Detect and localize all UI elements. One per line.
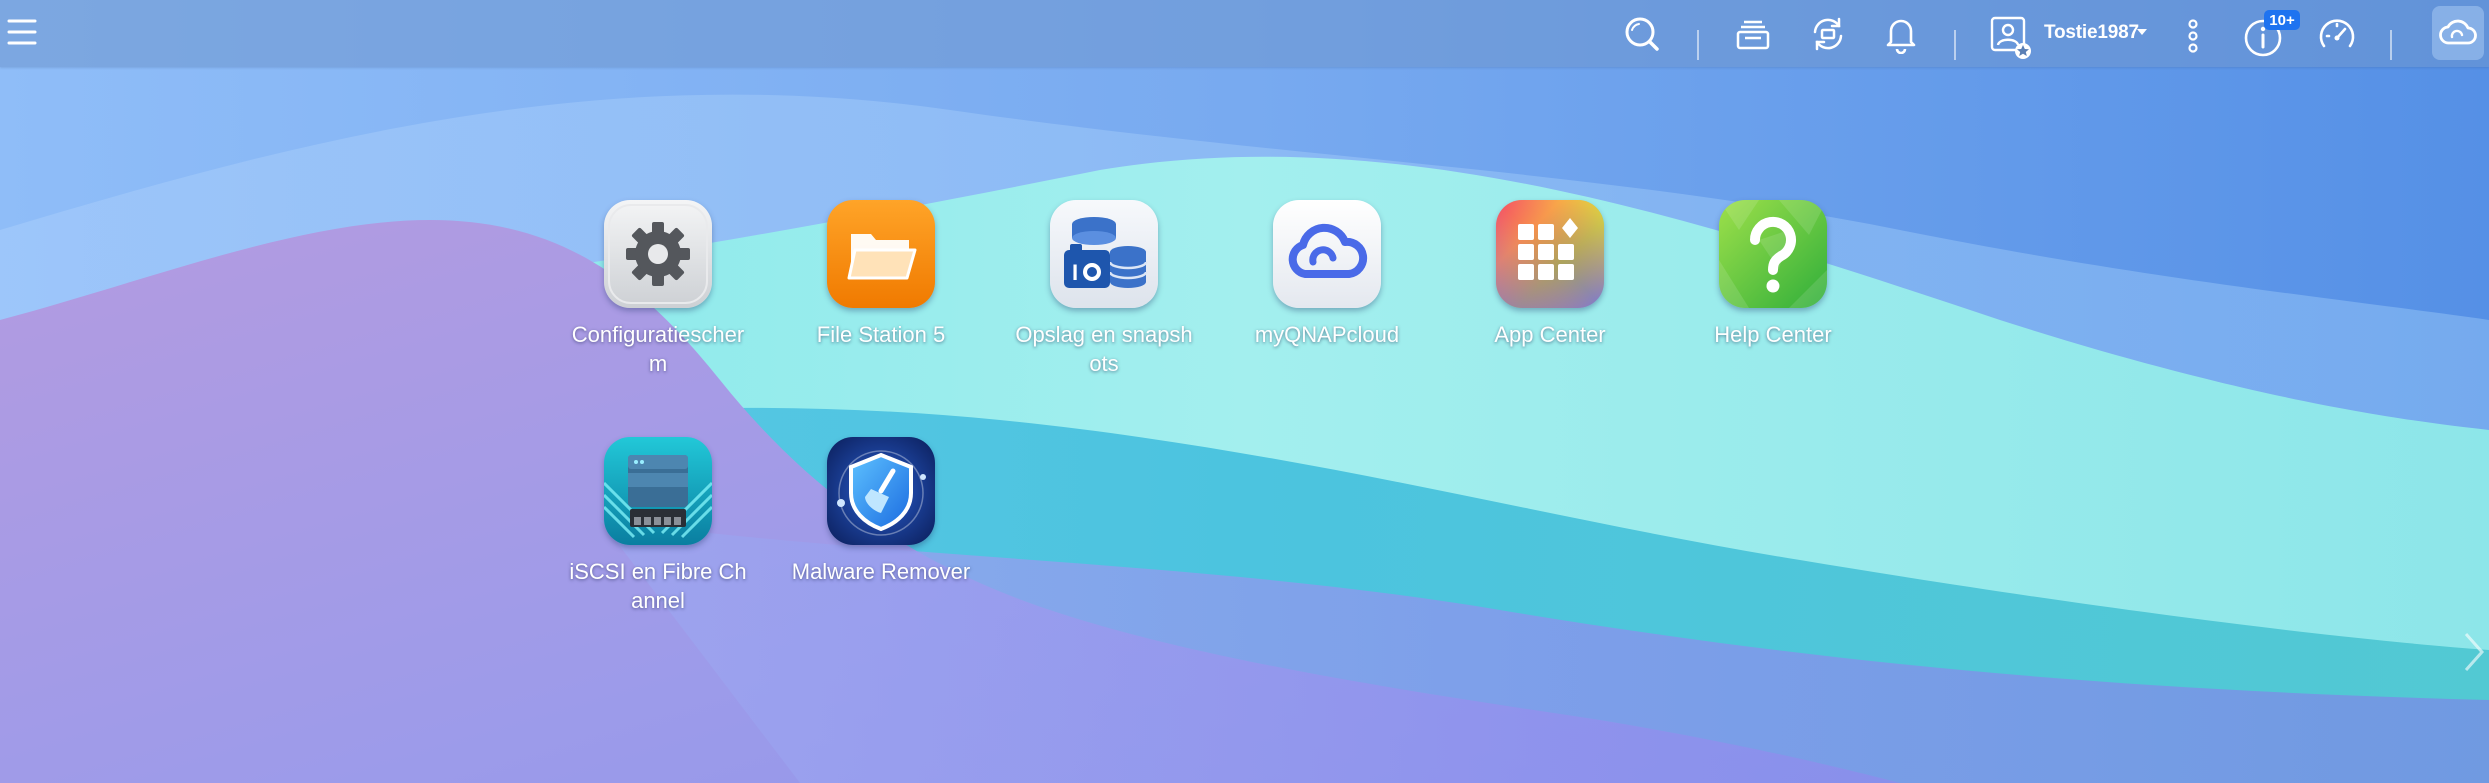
app-label: myQNAPcloud bbox=[1254, 322, 1400, 347]
folder-icon bbox=[827, 200, 935, 308]
myqnapcloud-icon[interactable] bbox=[2432, 6, 2484, 60]
separator bbox=[1697, 30, 1699, 60]
notification-badge: 10+ bbox=[2264, 10, 2300, 30]
separator bbox=[1954, 30, 1956, 60]
storage-snapshots-icon: I bbox=[1050, 200, 1158, 308]
task-stack-icon[interactable] bbox=[1732, 14, 1774, 56]
app-label: File Station 5 bbox=[816, 322, 946, 347]
bell-icon[interactable] bbox=[1880, 12, 1922, 56]
app-opslag-snapshots[interactable]: I Opslag en snapshots bbox=[1004, 200, 1204, 378]
hamburger-menu-icon[interactable] bbox=[2, 12, 42, 52]
svg-text:I: I bbox=[1072, 260, 1078, 285]
app-help-center[interactable]: Help Center bbox=[1673, 200, 1873, 349]
app-iscsi-fibre-channel[interactable]: iSCSI en Fibre Channel bbox=[558, 437, 758, 615]
app-label: Opslag en snapshots bbox=[1015, 322, 1193, 376]
iscsi-server-icon bbox=[604, 437, 712, 545]
app-label: App Center bbox=[1494, 322, 1606, 347]
cloud-icon bbox=[1273, 200, 1381, 308]
app-file-station[interactable]: File Station 5 bbox=[781, 200, 981, 349]
question-mark-icon bbox=[1719, 200, 1827, 308]
desktop: Tostie1987 10+ Configuratiescherm File S… bbox=[0, 0, 2489, 783]
sync-icon[interactable] bbox=[1806, 12, 1850, 56]
gear-icon bbox=[604, 200, 712, 308]
next-page-arrow-icon[interactable] bbox=[2462, 630, 2486, 679]
chevron-down-icon[interactable] bbox=[2134, 24, 2150, 40]
app-grid-icon bbox=[1496, 200, 1604, 308]
top-bar: Tostie1987 10+ bbox=[0, 0, 2489, 67]
username-label[interactable]: Tostie1987 bbox=[2044, 22, 2139, 44]
more-vertical-icon[interactable] bbox=[2180, 16, 2206, 56]
shield-broom-icon bbox=[827, 437, 935, 545]
separator bbox=[2390, 30, 2392, 60]
app-label: Help Center bbox=[1714, 322, 1832, 347]
app-malware-remover[interactable]: Malware Remover bbox=[781, 437, 981, 586]
user-admin-icon[interactable] bbox=[1988, 14, 2034, 62]
app-label: iSCSI en Fibre Channel bbox=[569, 559, 747, 613]
app-configuratiescherm[interactable]: Configuratiescherm bbox=[558, 200, 758, 378]
app-app-center[interactable]: App Center bbox=[1450, 200, 1650, 349]
app-label: Configuratiescherm bbox=[571, 322, 745, 376]
dashboard-gauge-icon[interactable] bbox=[2314, 12, 2360, 58]
app-label: Malware Remover bbox=[791, 559, 971, 584]
search-icon[interactable] bbox=[1620, 12, 1664, 56]
app-myqnapcloud[interactable]: myQNAPcloud bbox=[1227, 200, 1427, 349]
wallpaper bbox=[0, 0, 2489, 783]
